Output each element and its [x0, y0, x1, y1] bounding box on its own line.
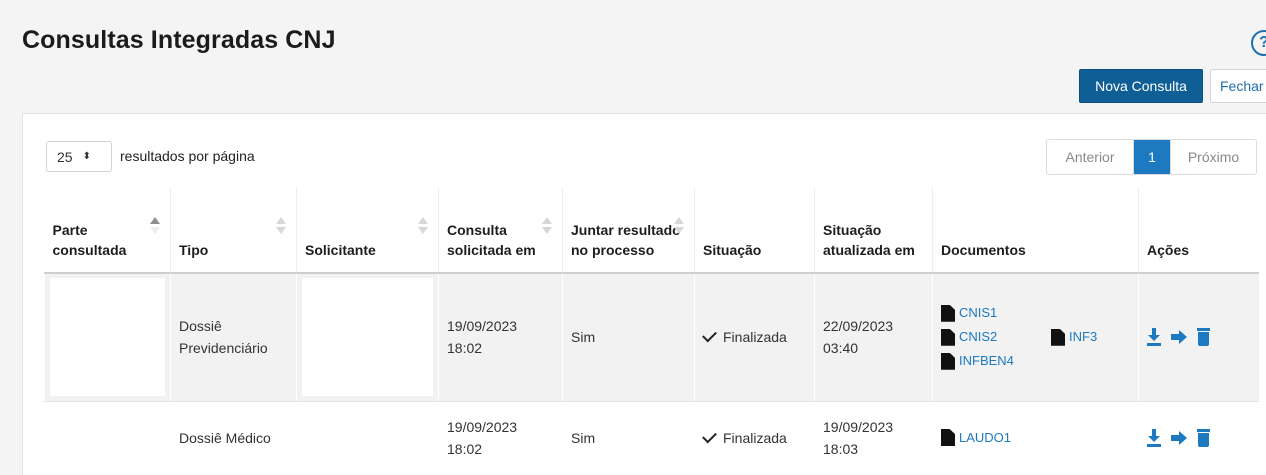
cell-atualizada-em: 19/09/2023 18:03 — [814, 401, 933, 474]
table-row: Dossiê Previdenciário 19/09/2023 18:02 S… — [44, 273, 1259, 402]
table-row: Dossiê Médico 19/09/2023 18:02 Sim Final… — [44, 401, 1259, 474]
column-header-juntar[interactable]: Juntar resultado no processo — [562, 187, 695, 274]
sort-icon — [674, 217, 684, 235]
cell-situacao: Finalizada — [694, 273, 815, 402]
cell-situacao: Finalizada — [694, 401, 815, 474]
page-title: Consultas Integradas CNJ — [22, 26, 336, 54]
current-page-button[interactable]: 1 — [1134, 140, 1170, 174]
file-icon — [941, 352, 955, 370]
arrow-right-icon[interactable] — [1171, 430, 1187, 445]
file-icon — [941, 429, 955, 446]
cell-solicitante — [296, 273, 439, 402]
document-link[interactable]: CNIS2 — [941, 326, 1051, 348]
cell-juntar: Sim — [562, 401, 695, 474]
page: Consultas Integradas CNJ ? Nova Consulta… — [0, 0, 1266, 475]
status-text: Finalizada — [723, 329, 787, 346]
check-icon — [702, 428, 717, 443]
cell-tipo: Dossiê Previdenciário — [170, 273, 297, 402]
download-icon[interactable] — [1147, 328, 1161, 347]
sort-icon — [542, 217, 552, 235]
column-header-acoes: Ações — [1138, 187, 1259, 274]
page-size-label: resultados por página — [120, 148, 255, 164]
pagination: Anterior 1 Próximo — [1046, 139, 1257, 175]
cell-acoes — [1138, 401, 1259, 474]
next-page-button[interactable]: Próximo — [1170, 140, 1256, 174]
file-icon — [941, 304, 955, 322]
table-header-row: Parte consultada Tipo Solicitante Consul… — [44, 187, 1259, 274]
select-arrows-icon: ⬍ — [82, 151, 91, 162]
arrow-right-icon[interactable] — [1171, 330, 1187, 345]
cell-acoes — [1138, 273, 1259, 402]
help-icon[interactable]: ? — [1251, 30, 1266, 56]
cell-tipo: Dossiê Médico — [170, 401, 297, 474]
file-icon — [941, 328, 955, 346]
column-header-documentos: Documentos — [932, 187, 1139, 274]
cell-juntar: Sim — [562, 273, 695, 402]
file-icon — [1051, 328, 1065, 346]
cell-parte — [44, 401, 171, 474]
sort-icon — [150, 217, 160, 235]
close-button[interactable]: Fechar — [1210, 69, 1266, 103]
download-icon[interactable] — [1147, 428, 1161, 447]
page-size-select[interactable]: 25 ⬍ — [46, 141, 112, 172]
results-table: Parte consultada Tipo Solicitante Consul… — [44, 187, 1259, 474]
column-header-atualizada-em: Situação atualizada em — [814, 187, 933, 274]
sort-icon — [276, 217, 286, 235]
sort-icon — [418, 217, 428, 235]
check-icon — [702, 327, 717, 343]
cell-solicitante — [296, 401, 439, 474]
document-link[interactable]: INF3 — [1051, 326, 1131, 348]
column-header-situacao: Situação — [694, 187, 815, 274]
cell-solicitada-em: 19/09/2023 18:02 — [438, 401, 563, 474]
column-header-parte[interactable]: Parte consultada — [44, 187, 171, 274]
cell-documentos: CNIS1 CNIS2 INF3 INFBEN4 — [932, 273, 1139, 402]
previous-page-button[interactable]: Anterior — [1047, 140, 1134, 174]
cell-documentos: LAUDO1 — [932, 401, 1139, 474]
status-text: Finalizada — [723, 429, 787, 446]
column-header-solicitante[interactable]: Solicitante — [296, 187, 439, 274]
cell-solicitada-em: 19/09/2023 18:02 — [438, 273, 563, 402]
column-header-tipo[interactable]: Tipo — [170, 187, 297, 274]
page-size-value: 25 — [57, 148, 73, 165]
cell-atualizada-em: 22/09/2023 03:40 — [814, 273, 933, 402]
document-link[interactable]: INFBEN4 — [941, 350, 1051, 372]
document-link[interactable]: LAUDO1 — [941, 427, 1051, 449]
document-link[interactable]: CNIS1 — [941, 302, 1051, 324]
column-header-solicitada-em[interactable]: Consulta solicitada em — [438, 187, 563, 274]
cell-parte — [44, 273, 171, 402]
trash-icon[interactable] — [1197, 428, 1210, 447]
trash-icon[interactable] — [1197, 328, 1210, 347]
new-query-button[interactable]: Nova Consulta — [1079, 69, 1203, 103]
